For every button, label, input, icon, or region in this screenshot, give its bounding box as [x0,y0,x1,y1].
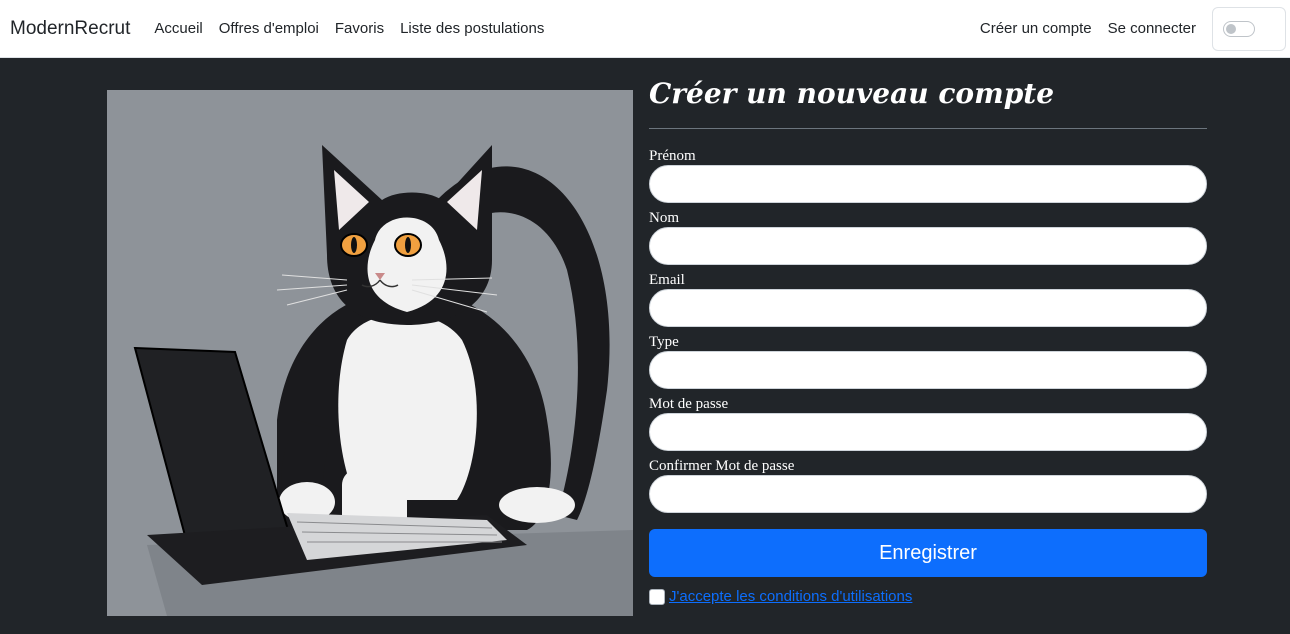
nom-label: Nom [649,210,679,226]
register-form: Créer un nouveau compte Prénom Nom Email… [649,72,1207,605]
nav-link-se-connecter[interactable]: Se connecter [1100,20,1204,37]
terms-link[interactable]: J'accepte les conditions d'utilisations [669,588,912,605]
email-input[interactable] [649,289,1207,327]
confirm-password-input[interactable] [649,475,1207,513]
navbar: ModernRecrut Accueil Offres d'emploi Fav… [0,0,1290,58]
theme-toggle-container [1212,6,1286,51]
nav-link-creer-compte[interactable]: Créer un compte [972,20,1100,37]
form-title: Créer un nouveau compte [649,77,1055,110]
nav-link-offres-emploi[interactable]: Offres d'emploi [211,20,327,37]
title-divider [649,128,1207,129]
submit-button[interactable]: Enregistrer [649,529,1207,577]
nav-links: Accueil Offres d'emploi Favoris Liste de… [146,20,552,37]
prenom-label: Prénom [649,148,696,164]
confirm-password-label: Confirmer Mot de passe [649,458,795,474]
theme-toggle-switch[interactable] [1223,20,1255,37]
toggle-knob [1226,23,1236,34]
cat-laptop-illustration [107,90,633,616]
brand-logo[interactable]: ModernRecrut [10,18,130,40]
password-label: Mot de passe [649,396,729,412]
terms-row: J'accepte les conditions d'utilisations [649,588,1207,605]
nav-right: Créer un compte Se connecter [972,6,1286,51]
email-label: Email [649,272,685,288]
nav-link-accueil[interactable]: Accueil [146,20,210,37]
nav-link-favoris[interactable]: Favoris [327,20,392,37]
nav-link-postulations[interactable]: Liste des postulations [392,20,552,37]
type-label: Type [649,334,679,350]
nom-input[interactable] [649,227,1207,265]
type-input[interactable] [649,351,1207,389]
password-input[interactable] [649,413,1207,451]
prenom-input[interactable] [649,165,1207,203]
terms-checkbox[interactable] [649,588,665,605]
